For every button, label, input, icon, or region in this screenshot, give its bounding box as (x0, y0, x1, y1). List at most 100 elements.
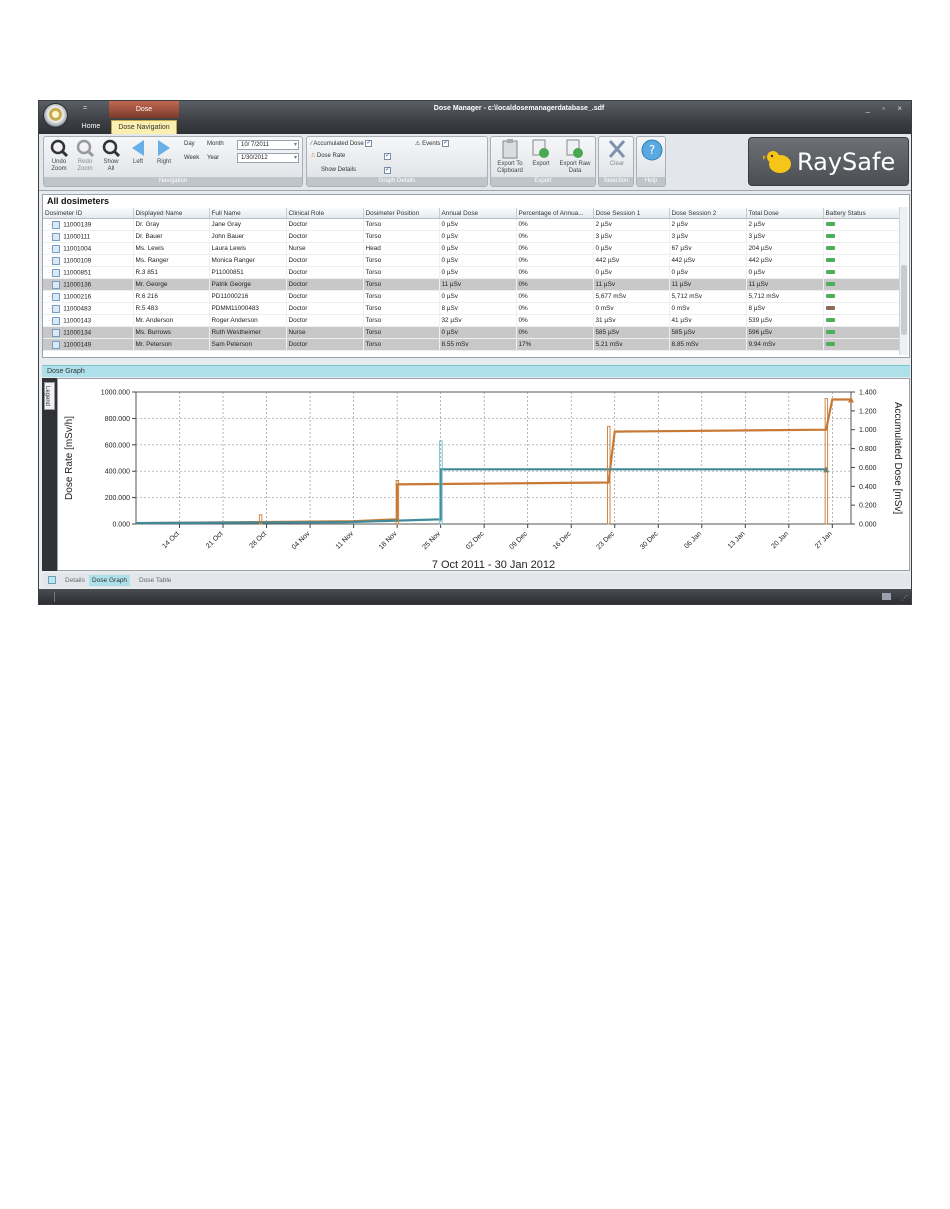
table-row[interactable]: ·· 11000143 Mr. Anderson Roger Anderson Doct… (43, 314, 902, 327)
year-option[interactable]: Year (207, 155, 219, 161)
tab-dose-navigation[interactable]: Dose Navigation (111, 120, 177, 134)
x-tick-label: 13 Jan (727, 530, 747, 550)
cell-value: 585 µSv (671, 329, 696, 336)
table-row[interactable]: ·· 11000139 Dr. Gray Jane Gray Doctor Torso 0 … (43, 218, 902, 231)
window-controls[interactable]: _ ▫ × (866, 104, 907, 113)
left-button[interactable]: Left (128, 139, 148, 166)
table-cell: 2 µSv (669, 218, 747, 231)
column-header[interactable]: Total Dose (746, 208, 824, 219)
dose-rate-toggle[interactable]: ⎍ Dose Rate (311, 153, 345, 160)
date-to-value: 1/30/2012 (241, 155, 268, 161)
tab-home[interactable]: Home (73, 120, 109, 134)
status-view-icon[interactable] (882, 593, 891, 600)
clipboard-icon (502, 139, 518, 159)
dose-rate-checkbox[interactable]: ✓ (384, 153, 391, 160)
table-cell: Torso (363, 326, 440, 339)
column-header[interactable]: Clinical Role (286, 208, 364, 219)
table-cell (823, 302, 902, 315)
table-row[interactable]: ·· 11000134 Ms. Burrows Ruth Westheimer Nurs… (43, 326, 902, 339)
cell-value: P11000851 (211, 269, 244, 276)
export-raw-data-button[interactable]: Export Raw Data (555, 139, 595, 175)
table-row[interactable]: ·· 11000216 R.6 216 PD11000216 Doctor Torso 0 … (43, 290, 902, 303)
x-tick-label: 25 Nov (421, 530, 442, 551)
arrow-right-icon (158, 140, 170, 156)
table-cell: Mr. Peterson (133, 338, 210, 351)
day-option[interactable]: Day (184, 141, 195, 147)
table-cell: 0% (516, 218, 594, 231)
cell-value: 0% (518, 293, 528, 300)
x-tick-label: 09 Dec (508, 530, 529, 551)
dose-graph-panel[interactable]: 0.000 200.000 400.000 600.000 800.000 1000.00… (57, 378, 910, 571)
table-cell: 585 µSv (593, 326, 670, 339)
clear-button[interactable]: Clear (603, 139, 631, 168)
dose-graph-chart[interactable]: 0.000 200.000 400.000 600.000 800.000 1000.00… (58, 379, 909, 572)
quick-access-toolbar[interactable]: = (83, 105, 87, 112)
date-to-picker[interactable]: 1/30/2012 ▾ (237, 153, 299, 163)
table-cell: 3 µSv (746, 230, 824, 243)
table-row[interactable]: ·· 11000109 Ms. Ranger Monica Ranger Doctor T… (43, 254, 902, 267)
legend-panel-tab[interactable]: Legend (42, 378, 57, 571)
clear-x-icon (608, 140, 626, 158)
table-cell: R.6 216 (133, 290, 210, 303)
cell-value: Jane Gray (211, 221, 241, 228)
tab-dose-graph[interactable]: Dose Graph (89, 575, 131, 586)
cell-value: Doctor (288, 221, 308, 228)
table-cell: 0% (516, 290, 594, 303)
application-menu-orb-icon[interactable] (43, 103, 68, 128)
battery-icon (825, 294, 835, 299)
table-row[interactable]: ·· 11000483 R.5 483 PDMM11000483 Doctor Torso… (43, 302, 902, 315)
table-body: ·· 11000139 Dr. Gray Jane Gray Doctor Torso 0 … (43, 218, 902, 351)
table-row[interactable]: ·· 11000136 Mr. George Patrik George Doctor T… (43, 278, 902, 291)
dose-manager-window: = Dose Dose Manager - c:\localdosemanage… (38, 100, 912, 605)
table-cell (823, 278, 902, 291)
column-header[interactable]: Annual Dose (439, 208, 517, 219)
raysafe-logo-text: RaySafe (797, 148, 896, 176)
table-cell: 0% (516, 314, 594, 327)
table-cell (823, 326, 902, 339)
export-to-clipboard-button[interactable]: Export To Clipboard (493, 139, 527, 175)
undo-zoom-button[interactable]: Undo Zoom (48, 139, 70, 173)
column-header[interactable]: Dose Session 1 (593, 208, 670, 219)
grid-scrollbar[interactable] (899, 207, 908, 355)
tab-dose-table[interactable]: Dose Table (136, 575, 174, 586)
month-option[interactable]: Month (207, 141, 224, 147)
week-option[interactable]: Week (184, 155, 199, 161)
table-cell: 5.21 mSv (593, 338, 670, 351)
status-divider (54, 592, 55, 602)
table-cell: 8 µSv (746, 302, 824, 315)
column-header[interactable]: Dosimeter ID (43, 208, 134, 219)
help-button[interactable]: ? (640, 139, 664, 163)
cell-value: 0 µSv (441, 293, 458, 300)
battery-icon (825, 234, 835, 239)
resize-grip-icon[interactable]: ⋰ (901, 594, 908, 602)
tab-details[interactable]: Details (62, 575, 88, 586)
x-tick-label: 02 Dec (465, 530, 486, 551)
right-button[interactable]: Right (154, 139, 174, 166)
show-details-checkbox[interactable]: ✓ (384, 167, 391, 174)
column-header[interactable]: Displayed Name (133, 208, 210, 219)
column-header[interactable]: Battery Status (823, 208, 902, 219)
export-button[interactable]: Export (529, 139, 553, 168)
table-cell: 0 µSv (439, 230, 517, 243)
column-header[interactable]: Dosimeter Position (363, 208, 440, 219)
table-row[interactable]: ·· 11001004 Ms. Lewis Laura Lewis Nurse Head 0… (43, 242, 902, 255)
redo-zoom-button[interactable]: Redo Zoom (74, 139, 96, 173)
table-row[interactable]: ·· 11000111 Dr. Bauer John Bauer Doctor Torso… (43, 230, 902, 243)
column-header[interactable]: Percentage of Annua... (516, 208, 594, 219)
events-toggle[interactable]: ⚠ Events ✓ (415, 140, 450, 147)
accumulated-dose-toggle[interactable]: ⁄ Accumulated Dose ✓ (311, 140, 373, 147)
table-row[interactable]: ·· 11000149 Mr. Peterson Sam Peterson Doctor… (43, 338, 902, 351)
show-all-button[interactable]: Show All (100, 139, 122, 173)
date-from-picker[interactable]: 10/ 7/2011 ▾ (237, 140, 299, 150)
grid-scroll-thumb[interactable] (901, 265, 907, 335)
cell-value: Torso (365, 305, 382, 312)
accumulated-dose-checkbox[interactable]: ✓ (365, 140, 373, 147)
table-row[interactable]: ·· 11000851 R.3 851 P11000851 Doctor Torso 0 µ… (43, 266, 902, 279)
table-cell: ·· 11000139 (43, 218, 134, 231)
events-checkbox[interactable]: ✓ (442, 140, 450, 147)
selection-group: Clear Selection (598, 136, 634, 187)
column-header[interactable]: Dose Session 2 (669, 208, 747, 219)
table-cell: ·· 11001004 (43, 242, 134, 255)
column-header[interactable]: Full Name (209, 208, 287, 219)
legend-button[interactable]: Legend (44, 382, 55, 410)
